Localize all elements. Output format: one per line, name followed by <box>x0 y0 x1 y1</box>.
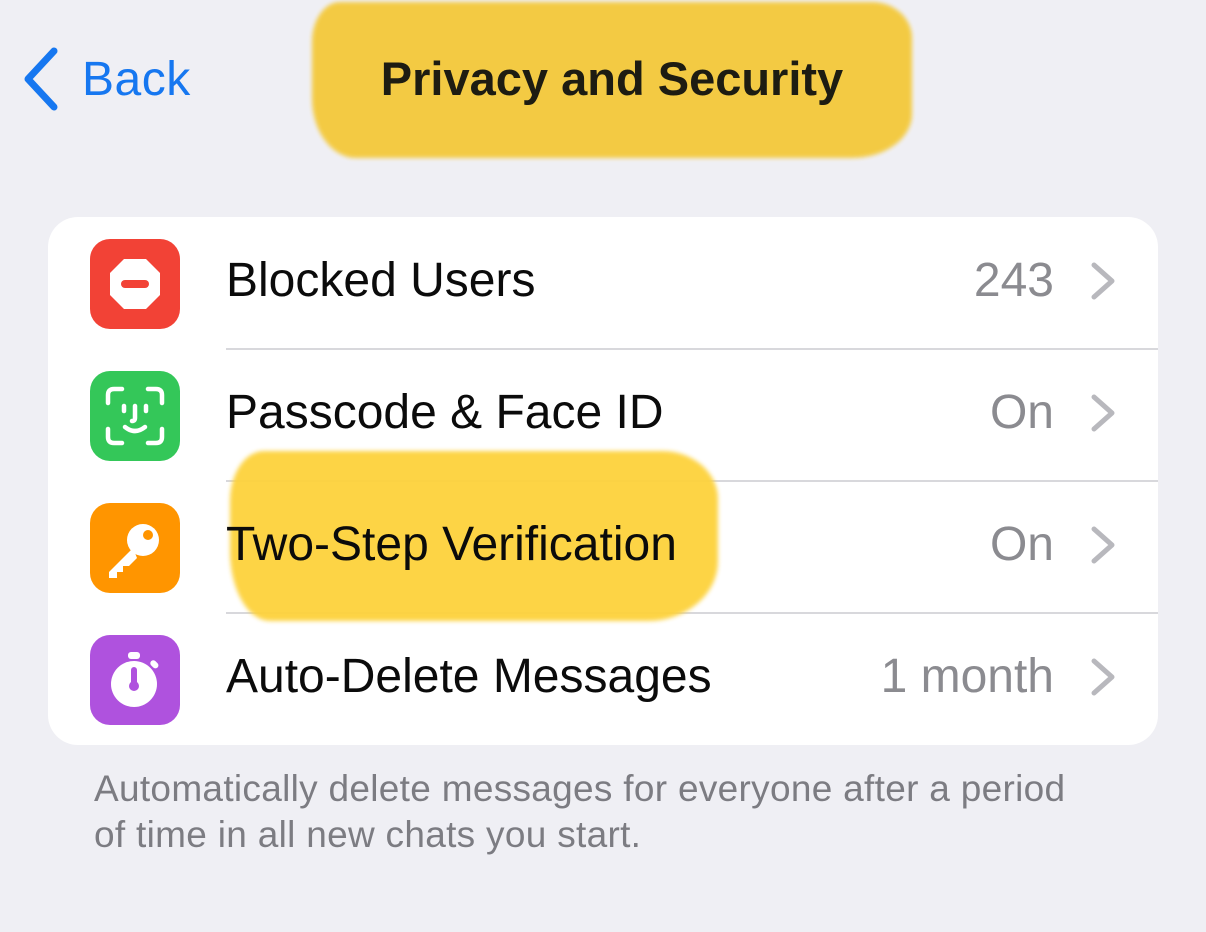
chevron-right-icon <box>1091 394 1115 432</box>
footer-note: Automatically delete messages for everyo… <box>94 768 1066 855</box>
chevron-right-icon <box>1091 526 1115 564</box>
chevron-right-icon <box>1091 658 1115 696</box>
face-id-icon <box>90 371 180 461</box>
row-two-step-verification[interactable]: Two-Step Verification On <box>48 481 1158 613</box>
row-value: On <box>989 386 1054 439</box>
settings-group: Blocked Users 243 Passcode & Face ID On … <box>48 217 1158 745</box>
row-blocked-users[interactable]: Blocked Users 243 <box>48 217 1158 349</box>
row-label: Auto-Delete Messages <box>226 650 712 703</box>
row-value: On <box>989 518 1054 571</box>
back-label: Back <box>82 52 191 106</box>
page-title: Privacy and Security <box>380 52 844 105</box>
timer-icon <box>90 635 180 725</box>
row-value: 1 month <box>880 650 1054 703</box>
chevron-right-icon <box>1091 262 1115 300</box>
row-label: Two-Step Verification <box>226 518 677 571</box>
row-label: Blocked Users <box>226 254 536 307</box>
row-passcode-face-id[interactable]: Passcode & Face ID On <box>48 349 1158 481</box>
chevron-left-icon <box>24 47 58 111</box>
row-value: 243 <box>973 254 1054 307</box>
key-icon <box>90 503 180 593</box>
row-auto-delete-messages[interactable]: Auto-Delete Messages 1 month <box>48 613 1158 745</box>
row-label: Passcode & Face ID <box>226 386 664 439</box>
navigation-bar: Back Privacy and Security <box>0 0 1206 160</box>
back-button[interactable]: Back <box>22 44 191 114</box>
blocked-icon <box>90 239 180 329</box>
